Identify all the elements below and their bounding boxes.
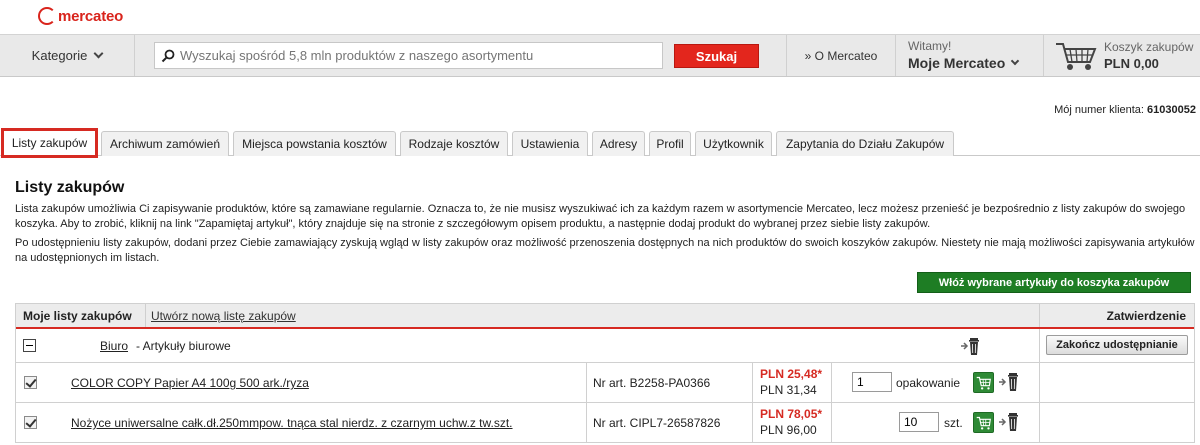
categories-label: Kategorie xyxy=(31,48,88,63)
account-tabs: Listy zakupów Archiwum zamówień Miejsca … xyxy=(0,128,1200,158)
page-title: Listy zakupów xyxy=(15,179,125,196)
search-icon xyxy=(161,49,175,62)
header-approval: Zatwierdzenie xyxy=(1039,304,1194,327)
item-checkbox[interactable] xyxy=(24,416,37,429)
cart-text: Koszyk zakupów PLN 0,00 xyxy=(1104,40,1193,71)
tab-profile[interactable]: Profil xyxy=(649,131,691,156)
quantity-unit: opakowanie xyxy=(896,376,961,390)
article-number: Nr art. CIPL7-26587826 xyxy=(593,416,721,430)
search-box xyxy=(154,42,663,69)
cell-divider xyxy=(752,363,753,402)
quantity-input[interactable] xyxy=(852,372,892,392)
tab-users[interactable]: Użytkownik xyxy=(695,131,772,156)
delete-item-icon[interactable] xyxy=(998,412,1022,432)
header-my-lists: Moje listy zakupów xyxy=(16,304,146,327)
delete-item-icon[interactable] xyxy=(998,372,1022,392)
tab-cost-centers[interactable]: Miejsca powstania kosztów xyxy=(233,131,396,156)
add-to-cart-icon[interactable] xyxy=(973,372,994,393)
search-input[interactable] xyxy=(180,48,660,63)
page-description: Lista zakupów umożliwia Ci zapisywanie p… xyxy=(15,202,1195,266)
price-gross: PLN 31,34 xyxy=(760,383,817,397)
account-name: Moje Mercateo xyxy=(908,55,1038,71)
price-net: PLN 25,48* xyxy=(760,367,823,381)
tab-cost-types[interactable]: Rodzaje kosztów xyxy=(400,131,508,156)
account-name-label: Moje Mercateo xyxy=(908,55,1006,71)
list-description: - Artykuły biurowe xyxy=(136,339,231,353)
add-to-cart-icon[interactable] xyxy=(973,412,994,433)
greeting-text: Witamy! xyxy=(908,39,952,53)
cell-divider xyxy=(831,363,832,402)
cell-divider xyxy=(586,403,587,442)
approval-cell: Zakończ udostępnianie xyxy=(1039,329,1194,362)
account-menu[interactable]: Witamy! Moje Mercateo xyxy=(908,39,1038,71)
delete-list-icon[interactable] xyxy=(960,336,982,356)
tab-order-archive[interactable]: Archiwum zamówień xyxy=(101,131,229,156)
product-name-link[interactable]: Nożyce uniwersalne całk.dł.250mmpow. tną… xyxy=(71,416,513,430)
chevron-down-icon xyxy=(93,48,104,59)
item-checkbox[interactable] xyxy=(24,376,37,389)
categories-menu[interactable]: Kategorie xyxy=(0,35,135,76)
top-header: Kategorie Szukaj » O Mercateo Witamy! Mo… xyxy=(0,34,1200,77)
quantity-unit: szt. xyxy=(944,416,963,430)
about-mercateo-link[interactable]: » O Mercateo xyxy=(786,35,896,76)
collapse-toggle-icon[interactable] xyxy=(23,339,36,352)
product-name-link[interactable]: COLOR COPY Papier A4 100g 500 ark./ryza xyxy=(71,376,309,390)
list-name-link[interactable]: Biuro xyxy=(100,339,128,353)
description-paragraph: Po udostępnieniu listy zakupów, dodani p… xyxy=(15,237,1195,264)
table-header: Moje listy zakupów Utwórz nową listę zak… xyxy=(16,303,1194,329)
logo-strip: mercateo xyxy=(0,0,1200,34)
quantity-input[interactable] xyxy=(899,412,939,432)
cart-summary[interactable]: Koszyk zakupów PLN 0,00 xyxy=(1043,35,1200,76)
cell-divider xyxy=(831,403,832,442)
add-selected-to-cart-button[interactable]: Włóż wybrane artykuły do koszyka zakupów xyxy=(917,272,1191,293)
shopping-cart-icon xyxy=(1056,42,1097,70)
list-group-row: Biuro - Artykuły biurowe Zakończ udostęp… xyxy=(16,329,1194,363)
mercateo-logo[interactable]: mercateo xyxy=(38,7,123,25)
tab-purchasing-requests[interactable]: Zapytania do Działu Zakupów xyxy=(776,131,954,156)
price-net: PLN 78,05* xyxy=(760,407,823,421)
approval-cell xyxy=(1039,363,1194,402)
create-new-list-link[interactable]: Utwórz nową listę zakupów xyxy=(146,309,296,323)
client-number: Mój numer klienta: 61030052 xyxy=(1054,104,1196,116)
logo-mark-icon xyxy=(38,7,56,25)
approval-cell xyxy=(1039,403,1194,442)
cell-divider xyxy=(752,403,753,442)
end-sharing-button[interactable]: Zakończ udostępnianie xyxy=(1046,335,1188,355)
cart-label: Koszyk zakupów xyxy=(1104,40,1194,54)
table-row: Nożyce uniwersalne całk.dł.250mmpow. tną… xyxy=(16,403,1194,443)
search-button[interactable]: Szukaj xyxy=(674,44,759,68)
client-number-label: Mój numer klienta: xyxy=(1054,104,1144,116)
logo-text: mercateo xyxy=(58,7,124,25)
client-number-value: 61030052 xyxy=(1147,104,1196,116)
description-paragraph: Lista zakupów umożliwia Ci zapisywanie p… xyxy=(15,203,1186,230)
tab-addresses[interactable]: Adresy xyxy=(592,131,645,156)
chevron-down-icon xyxy=(1011,56,1020,66)
article-number: Nr art. B2258-PA0366 xyxy=(593,376,711,390)
price-gross: PLN 96,00 xyxy=(760,423,817,437)
tab-shopping-lists[interactable]: Listy zakupów xyxy=(1,128,98,158)
cell-divider xyxy=(586,363,587,402)
tab-settings[interactable]: Ustawienia xyxy=(512,131,588,156)
table-row: COLOR COPY Papier A4 100g 500 ark./ryza … xyxy=(16,363,1194,403)
cart-value: PLN 0,00 xyxy=(1104,56,1159,71)
shopping-lists-table: Moje listy zakupów Utwórz nową listę zak… xyxy=(15,303,1195,443)
